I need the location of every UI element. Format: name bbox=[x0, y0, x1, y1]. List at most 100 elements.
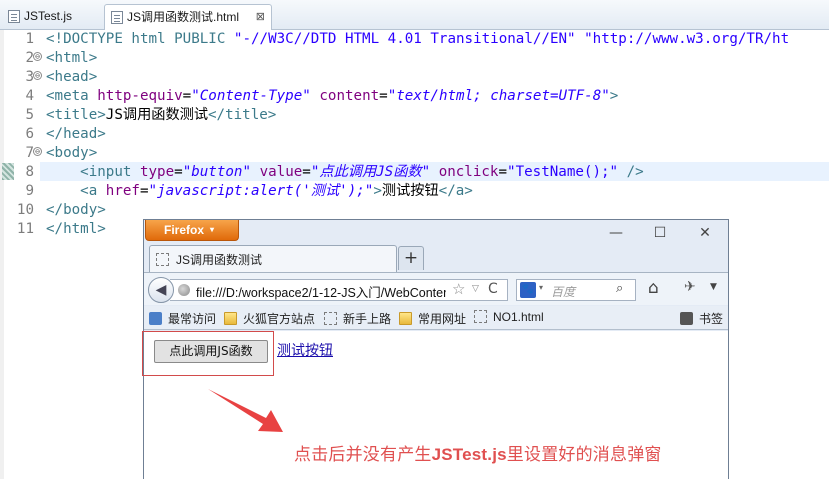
url-text[interactable]: file:///D:/workspace2/1-12-JS入门/WebConte… bbox=[196, 282, 446, 301]
code-token: <html> bbox=[46, 50, 98, 66]
code-token: 测试按钮 bbox=[381, 183, 439, 199]
bookmark-getting-started[interactable]: 新手上路 bbox=[324, 310, 391, 327]
url-history-dropdown-icon[interactable]: ▽ bbox=[472, 284, 479, 294]
code-line[interactable]: 9 <a href="javascript:alert('测试');">测试按钮… bbox=[0, 182, 829, 201]
maximize-button[interactable]: ☐ bbox=[645, 224, 675, 242]
test-link[interactable]: 测试按钮 bbox=[277, 340, 333, 360]
close-window-button[interactable]: ✕ bbox=[690, 224, 720, 242]
fold-toggle-icon[interactable]: ⊖ bbox=[33, 52, 42, 61]
code-token: <title> bbox=[46, 107, 106, 123]
code-token: </head> bbox=[46, 126, 106, 142]
bookmarks-menu[interactable]: 书签 bbox=[680, 310, 723, 327]
editor-tab-label: JSTest.js bbox=[24, 9, 73, 23]
code-token: </a> bbox=[438, 183, 473, 199]
most-visited-icon bbox=[149, 312, 162, 325]
globe-icon bbox=[178, 284, 190, 296]
code-line[interactable]: 3 ⊖ <head> bbox=[0, 68, 829, 87]
new-tab-button[interactable]: + bbox=[398, 246, 424, 270]
back-button[interactable]: ◀ bbox=[148, 277, 174, 303]
html-file-icon bbox=[111, 11, 123, 24]
toolbar-menu-icon[interactable]: ▼ bbox=[710, 282, 717, 292]
code-token: = bbox=[379, 88, 388, 104]
code-line[interactable]: 1 <!DOCTYPE html PUBLIC "-//W3C//DTD HTML… bbox=[0, 30, 829, 49]
bookmark-label: 常用网址 bbox=[418, 312, 467, 326]
bookmark-common-sites[interactable]: 常用网址 bbox=[399, 310, 466, 327]
code-token: "button" bbox=[182, 164, 252, 180]
bookmark-label: 新手上路 bbox=[343, 312, 392, 326]
code-token: </body> bbox=[46, 202, 106, 218]
line-number: 6 bbox=[25, 126, 34, 142]
navigation-toolbar: file:///D:/workspace2/1-12-JS入门/WebConte… bbox=[144, 272, 728, 305]
code-token: href bbox=[105, 183, 140, 199]
code-token: <meta bbox=[46, 88, 98, 104]
bookmark-label: 最常访问 bbox=[168, 312, 217, 326]
search-engine-icon[interactable]: 🐾 bbox=[520, 282, 536, 298]
code-line[interactable]: 8 <input type="button" value="点此调用JS函数" … bbox=[0, 163, 829, 182]
code-line[interactable]: 10 </body> bbox=[0, 201, 829, 220]
code-token: "text/html; charset=UTF-8" bbox=[387, 88, 610, 104]
code-token: > bbox=[373, 183, 382, 199]
code-token: "javascript:alert('测试');" bbox=[148, 183, 374, 199]
code-token: <a bbox=[80, 183, 106, 199]
editor-tab-html[interactable]: JS调用函数测试.html ⊠ bbox=[104, 4, 272, 30]
browser-tab[interactable]: JS调用函数测试 bbox=[149, 245, 397, 272]
close-icon[interactable]: ⊠ bbox=[256, 5, 265, 29]
code-token: "TestName();" bbox=[507, 164, 619, 180]
reload-button[interactable]: C bbox=[488, 281, 498, 297]
code-token: "Content-Type" bbox=[191, 88, 311, 104]
code-text: <a href="javascript:alert('测试');">测试按钮</… bbox=[46, 182, 473, 201]
code-text: <meta http-equiv="Content-Type" content=… bbox=[46, 87, 618, 106]
code-text: </body> bbox=[46, 201, 106, 220]
code-token: = bbox=[302, 164, 311, 180]
search-engine-dropdown-icon[interactable]: ▾ bbox=[539, 283, 543, 292]
folder-icon bbox=[224, 312, 237, 325]
search-placeholder[interactable]: 百度 bbox=[551, 283, 575, 300]
call-js-function-button[interactable]: 点此调用JS函数 bbox=[154, 340, 268, 363]
code-text: <body> bbox=[46, 144, 97, 163]
line-number: 11 bbox=[16, 221, 34, 237]
code-line[interactable]: 4 <meta http-equiv = "Content-Type" content… bbox=[0, 87, 829, 106]
annotation-prefix: 点击后并没有产生 bbox=[294, 445, 432, 465]
editor-tab-jstest[interactable]: JSTest.js bbox=[2, 4, 98, 30]
code-text: <head> bbox=[46, 68, 97, 87]
code-token: "-//W3C//DTD HTML 4.01 Transitional//EN"… bbox=[233, 31, 790, 47]
code-token: <!DOCTYPE html PUBLIC bbox=[46, 31, 234, 47]
search-bar[interactable]: 🐾 ▾ 百度 ⌕ bbox=[516, 279, 636, 301]
back-arrow-icon: ◀ bbox=[155, 282, 167, 298]
bookmark-label: 火狐官方站点 bbox=[243, 312, 316, 326]
minimize-button[interactable]: — bbox=[601, 224, 631, 242]
annotation-suffix: 里设置好的消息弹窗 bbox=[506, 445, 662, 465]
code-text: </html> bbox=[46, 220, 106, 239]
code-line[interactable]: 2 ⊖ <html> bbox=[0, 49, 829, 68]
page-icon bbox=[156, 253, 169, 266]
fold-toggle-icon[interactable]: ⊖ bbox=[33, 147, 42, 156]
bookmark-most-visited[interactable]: 最常访问 bbox=[149, 310, 216, 327]
line-number: 2 bbox=[25, 50, 34, 66]
bookmark-no1[interactable]: NO1.html bbox=[474, 310, 544, 324]
code-token: content bbox=[319, 88, 380, 104]
code-text: <!DOCTYPE html PUBLIC "-//W3C//DTD HTML … bbox=[46, 30, 789, 49]
line-number: 4 bbox=[25, 88, 34, 104]
code-token: = bbox=[498, 164, 508, 180]
line-number: 3 bbox=[25, 69, 34, 85]
home-icon[interactable]: ⌂ bbox=[648, 278, 659, 298]
firefox-menu-label: Firefox bbox=[164, 223, 205, 237]
line-number: 8 bbox=[25, 164, 34, 180]
url-bar[interactable]: file:///D:/workspace2/1-12-JS入门/WebConte… bbox=[170, 279, 508, 301]
code-token: type bbox=[139, 164, 175, 180]
code-line[interactable]: 6 </head> bbox=[0, 125, 829, 144]
bookmark-star-icon[interactable]: ☆ bbox=[452, 280, 465, 298]
code-token: </title> bbox=[208, 107, 277, 123]
code-token: http-equiv bbox=[97, 88, 183, 104]
addon-icon[interactable]: ✈ bbox=[684, 279, 696, 295]
fold-toggle-icon[interactable]: ⊖ bbox=[33, 71, 42, 80]
code-line[interactable]: 7 ⊖ <body> bbox=[0, 144, 829, 163]
code-token: = bbox=[174, 164, 183, 180]
code-token: onclick bbox=[438, 164, 499, 180]
search-icon[interactable]: ⌕ bbox=[616, 281, 623, 296]
code-token: "点此调用JS函数" bbox=[310, 164, 431, 180]
bookmark-firefox-site[interactable]: 火狐官方站点 bbox=[224, 310, 315, 327]
firefox-menu-button[interactable]: Firefox ▾ bbox=[145, 220, 239, 241]
code-line[interactable]: 5 <title>JS调用函数测试</title> bbox=[0, 106, 829, 125]
